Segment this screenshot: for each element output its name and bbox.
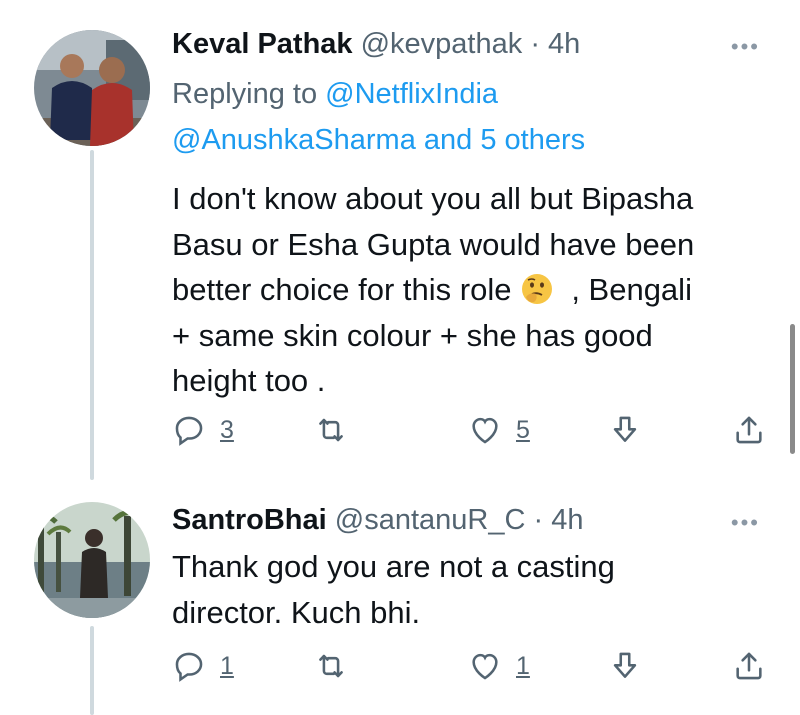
timestamp[interactable]: 4h	[551, 504, 583, 536]
replying-to-others-link[interactable]: @AnushkaSharma and 5 others	[172, 124, 585, 157]
more-options-icon[interactable]: •••	[731, 34, 760, 60]
tweet-text-line: better choice for this role , Bengali	[172, 267, 772, 313]
tweet-text-line: height too .	[172, 363, 326, 398]
separator-dot: ·	[533, 504, 544, 536]
display-name[interactable]: SantroBhai	[172, 504, 327, 536]
reply-button[interactable]: 3	[172, 410, 234, 450]
reply-count: 3	[220, 415, 234, 444]
retweet-icon	[319, 654, 343, 678]
timestamp[interactable]: 4h	[548, 28, 580, 60]
thread-line	[90, 150, 94, 480]
tweet-santanur-c[interactable]: SantroBhai @santanuR_C · 4h ••• Thank go…	[0, 480, 800, 715]
tweet-text: Thank god you are not a casting director…	[172, 544, 772, 635]
tweet-text: I don't know about you all but Bipasha B…	[172, 176, 772, 404]
like-button[interactable]: 5	[468, 410, 530, 450]
retweet-button[interactable]	[314, 410, 348, 450]
retweet-button[interactable]	[314, 646, 348, 686]
tweet-actions: 1 1	[172, 646, 772, 686]
tweet-text-line: director. Kuch bhi.	[172, 594, 421, 630]
like-button[interactable]: 1	[468, 646, 530, 686]
share-button[interactable]	[732, 410, 766, 450]
heart-icon	[472, 417, 498, 444]
thinking-face-icon	[522, 274, 553, 304]
download-icon	[613, 416, 637, 442]
tweet-text-line: + same skin colour + she has good	[172, 317, 653, 353]
tweet-text-line: Basu or Esha Gupta would have been	[172, 226, 695, 262]
tweet-header: SantroBhai @santanuR_C · 4h	[172, 504, 583, 537]
tweet-text-fragment: better choice for this role	[172, 272, 512, 307]
share-icon	[736, 416, 762, 444]
tweet-text-line: Thank god you are not a casting	[172, 549, 615, 584]
like-count: 1	[516, 651, 530, 680]
avatar[interactable]	[34, 502, 150, 618]
download-icon	[613, 652, 637, 678]
separator-dot: ·	[530, 28, 540, 60]
reply-icon	[175, 416, 203, 446]
replying-to-label: Replying to	[172, 78, 318, 110]
tweet-actions: 3 5	[172, 410, 772, 450]
download-button[interactable]	[608, 646, 642, 686]
display-name[interactable]: Keval Pathak	[172, 28, 353, 60]
share-button[interactable]	[732, 646, 766, 686]
tweet-header: Keval Pathak @kevpathak · 4h	[172, 28, 580, 61]
heart-icon	[472, 653, 498, 680]
reply-count: 1	[220, 651, 234, 680]
replying-to-link[interactable]: @NetflixIndia	[325, 78, 498, 110]
tweet-text-fragment: , Bengali	[571, 272, 692, 307]
thread-line	[90, 626, 94, 715]
reply-icon	[175, 652, 203, 682]
avatar[interactable]	[34, 30, 150, 146]
reply-button[interactable]: 1	[172, 646, 234, 686]
replying-to: Replying to @NetflixIndia	[172, 78, 498, 111]
retweet-icon	[319, 418, 343, 442]
tweet-text-line: I don't know about you all but Bipasha	[172, 181, 694, 216]
share-icon	[736, 652, 762, 680]
scrollbar[interactable]	[790, 324, 795, 454]
more-options-icon[interactable]: •••	[731, 510, 760, 536]
user-handle[interactable]: @kevpathak	[361, 28, 523, 60]
download-button[interactable]	[608, 410, 642, 450]
user-handle[interactable]: @santanuR_C	[335, 504, 526, 536]
like-count: 5	[516, 415, 530, 444]
tweet-kevpathak[interactable]: Keval Pathak @kevpathak · 4h ••• Replyin…	[0, 0, 800, 480]
